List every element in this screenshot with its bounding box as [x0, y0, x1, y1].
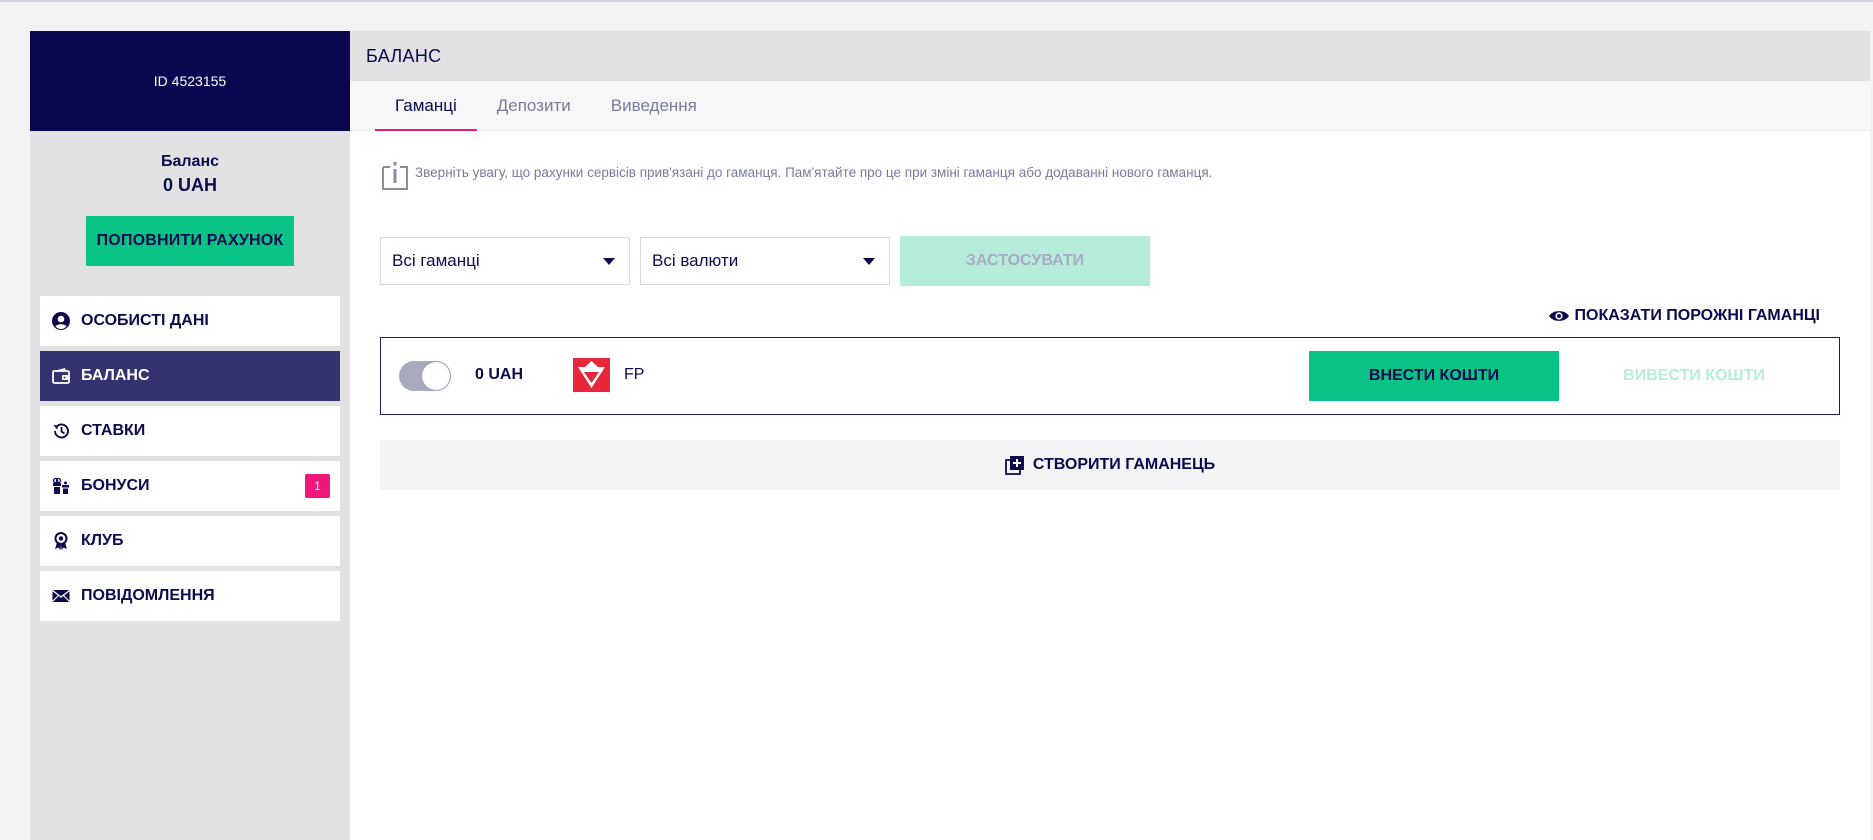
bonus-count-badge: 1	[305, 474, 330, 498]
create-wallet-label: СТВОРИТИ ГАМАНЕЦЬ	[1032, 456, 1216, 473]
sidebar-item-label: ОСОБИСТІ ДАНІ	[81, 312, 209, 329]
fp-logo-icon	[573, 358, 610, 392]
show-empty-label: ПОКАЗАТИ ПОРОЖНІ ГАМАНЦІ	[1574, 307, 1821, 324]
app-window: ID 4523155 Баланс 0 UAH ПОПОВНИТИ РАХУНО…	[30, 31, 1870, 840]
user-id: ID 4523155	[153, 73, 227, 89]
wallet-amount: 0 UAH	[475, 366, 524, 383]
create-wallet-button[interactable]: СТВОРИТИ ГАМАНЕЦЬ	[380, 440, 1840, 490]
wallet-filter-value: Всі гаманці	[392, 251, 480, 270]
sidebar-item-label: БАЛАНС	[81, 367, 150, 384]
history-icon	[49, 419, 73, 443]
sidebar-item-balance[interactable]: БАЛАНС	[40, 351, 340, 401]
sidebar-item-bets[interactable]: СТАВКИ	[40, 406, 340, 456]
top-strip	[0, 0, 1873, 2]
gift-icon	[49, 474, 73, 498]
currency-filter-value: Всі валюти	[652, 251, 739, 270]
wallet-notice: Зверніть увагу, що рахунки сервісів прив…	[380, 161, 1212, 191]
wallet-row: 0 UAH FP ВНЕСТИ КОШТИ ВИВЕСТИ КОШТИ	[380, 337, 1840, 415]
award-icon	[49, 529, 73, 553]
chevron-down-icon	[863, 257, 875, 265]
balance-block: Баланс 0 UAH ПОПОВНИТИ РАХУНОК	[30, 131, 350, 266]
withdraw-button[interactable]: ВИВЕСТИ КОШТИ	[1569, 351, 1819, 401]
apply-filters-button[interactable]: ЗАСТОСУВАТИ	[900, 236, 1150, 286]
sidebar-item-club[interactable]: КЛУБ	[40, 516, 340, 566]
eye-icon	[1548, 311, 1569, 321]
sidebar-item-bonuses[interactable]: БОНУСИ 1	[40, 461, 340, 511]
currency-filter-select[interactable]: Всі валюти	[640, 237, 890, 285]
balance-value: 0 UAH	[162, 175, 217, 195]
sidebar: ID 4523155 Баланс 0 UAH ПОПОВНИТИ РАХУНО…	[30, 31, 350, 840]
page-title: БАЛАНС	[366, 45, 442, 66]
tab-deposits[interactable]: Депозити	[477, 81, 591, 131]
toggle-knob	[422, 362, 450, 390]
sidebar-item-label: СТАВКИ	[81, 422, 146, 439]
notice-text: Зверніть увагу, що рахунки сервісів прив…	[415, 165, 1213, 180]
user-circle-icon	[49, 309, 73, 333]
wallet-icon	[49, 364, 73, 388]
tab-wallets[interactable]: Гаманці	[375, 81, 477, 131]
deposit-button[interactable]: ВНЕСТИ КОШТИ	[1309, 351, 1559, 401]
sidebar-item-personal-data[interactable]: ОСОБИСТІ ДАНІ	[40, 296, 340, 346]
balance-label: Баланс	[160, 153, 220, 170]
chevron-down-icon	[603, 257, 615, 265]
sidebar-item-messages[interactable]: ПОВІДОМЛЕННЯ	[40, 571, 340, 621]
wallet-toggle[interactable]	[399, 361, 451, 391]
user-id-block: ID 4523155	[30, 31, 350, 131]
envelope-icon	[49, 584, 73, 608]
show-empty-wallets-toggle[interactable]: ПОКАЗАТИ ПОРОЖНІ ГАМАНЦІ	[1548, 307, 1821, 325]
sidebar-item-label: КЛУБ	[81, 532, 124, 549]
add-box-icon	[1004, 456, 1024, 475]
filters-bar: Всі гаманці Всі валюти ЗАСТОСУВАТИ	[380, 236, 1150, 286]
wallet-name: FP	[624, 366, 645, 383]
info-icon	[382, 162, 408, 190]
sidebar-item-label: БОНУСИ	[81, 477, 150, 494]
tab-bar: Гаманці Депозити Виведення	[350, 81, 1870, 131]
main-content: БАЛАНС Гаманці Депозити Виведення Зверні…	[350, 31, 1870, 840]
sidebar-menu: ОСОБИСТІ ДАНІ БАЛАНС СТАВКИ БОНУСИ 1 КЛУ…	[40, 296, 340, 626]
sidebar-item-label: ПОВІДОМЛЕННЯ	[81, 587, 215, 604]
page-header: БАЛАНС	[350, 31, 1870, 81]
topup-button[interactable]: ПОПОВНИТИ РАХУНОК	[86, 216, 294, 266]
wallet-filter-select[interactable]: Всі гаманці	[380, 237, 630, 285]
tab-withdrawals[interactable]: Виведення	[591, 81, 717, 131]
